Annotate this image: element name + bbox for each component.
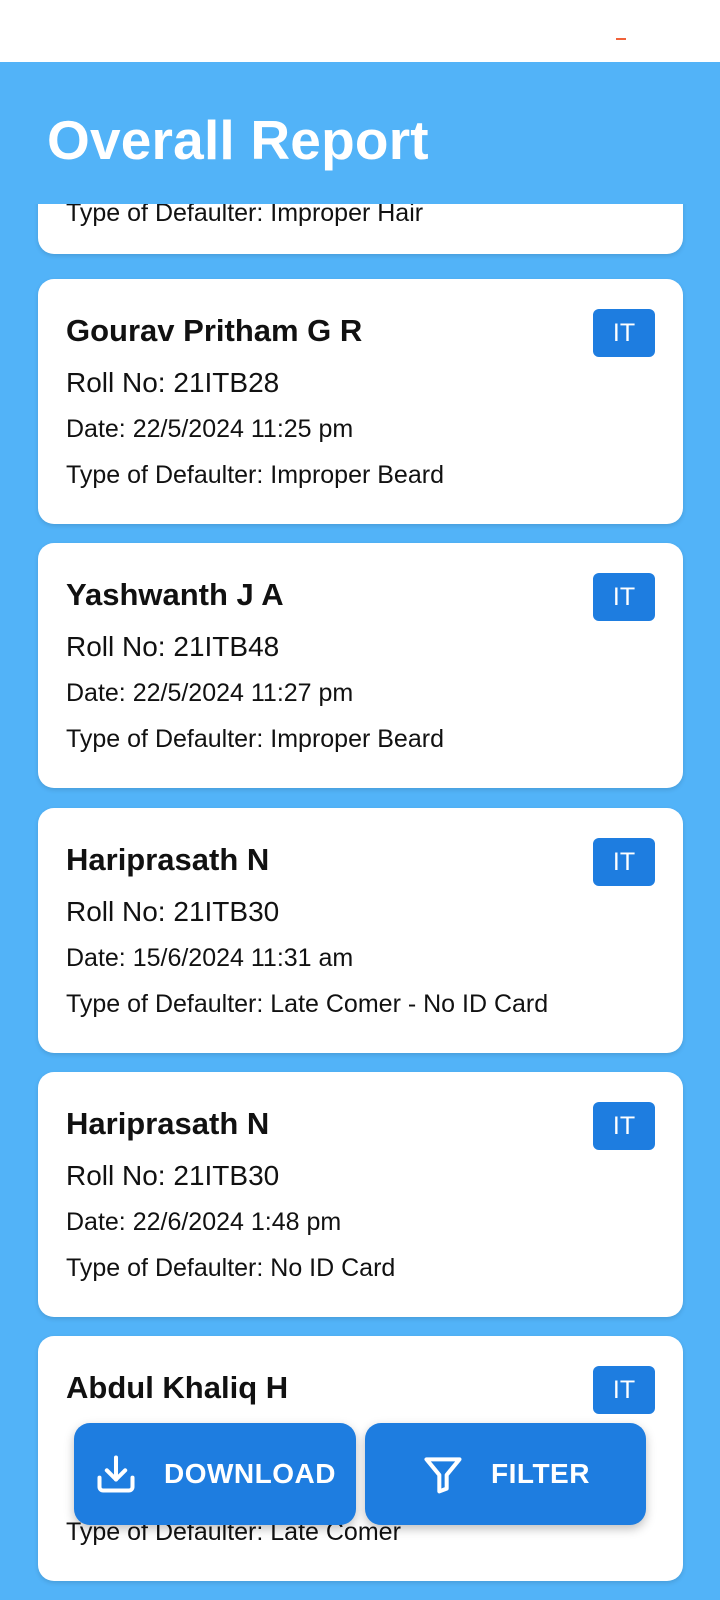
download-button-label: DOWNLOAD (164, 1458, 336, 1489)
status-bar (0, 0, 720, 62)
report-card[interactable]: Hariprasath N IT Roll No: 21ITB30 Date: … (38, 1072, 683, 1317)
department-badge: IT (593, 1366, 655, 1414)
department-badge: IT (593, 838, 655, 886)
report-card[interactable]: Gourav Pritham G R IT Roll No: 21ITB28 D… (38, 279, 683, 524)
card-roll-number: Roll No: 21ITB48 (66, 631, 280, 662)
card-student-name: Abdul Khaliq H (66, 1370, 289, 1405)
report-card[interactable]: Type of Defaulter: Improper Hair (38, 204, 683, 254)
report-card[interactable]: Hariprasath N IT Roll No: 21ITB30 Date: … (38, 808, 683, 1053)
report-list[interactable]: Type of Defaulter: Improper Hair Gourav … (0, 204, 720, 1600)
card-defaulter-type: Type of Defaulter: Improper Beard (66, 461, 444, 489)
filter-funnel-icon (421, 1452, 465, 1496)
card-date: Date: 22/5/2024 11:25 pm (66, 415, 354, 443)
department-badge: IT (593, 573, 655, 621)
filter-button-label: FILTER (491, 1458, 590, 1489)
card-roll-number: Roll No: 21ITB28 (66, 367, 280, 398)
card-defaulter-type: Type of Defaulter: Improper Hair (66, 204, 424, 227)
department-badge: IT (593, 1102, 655, 1150)
status-indicator (616, 38, 626, 40)
card-student-name: Yashwanth J A (66, 577, 284, 612)
download-button[interactable]: DOWNLOAD (74, 1423, 356, 1525)
page-title: Overall Report (47, 109, 429, 171)
card-date: Date: 22/6/2024 1:48 pm (66, 1208, 342, 1236)
download-icon (94, 1452, 138, 1496)
card-defaulter-type: Type of Defaulter: Improper Beard (66, 725, 444, 753)
card-student-name: Gourav Pritham G R (66, 313, 363, 348)
card-defaulter-type: Type of Defaulter: Late Comer - No ID Ca… (66, 990, 549, 1018)
card-roll-number: Roll No: 21ITB30 (66, 896, 280, 927)
card-student-name: Hariprasath N (66, 842, 270, 877)
filter-button[interactable]: FILTER (365, 1423, 646, 1525)
card-student-name: Hariprasath N (66, 1106, 270, 1141)
department-badge: IT (593, 309, 655, 357)
card-roll-number: Roll No: 21ITB30 (66, 1160, 280, 1191)
card-date: Date: 22/5/2024 11:27 pm (66, 679, 354, 707)
card-date: Date: 15/6/2024 11:31 am (66, 944, 354, 972)
card-defaulter-type: Type of Defaulter: No ID Card (66, 1254, 396, 1282)
report-card[interactable]: Yashwanth J A IT Roll No: 21ITB48 Date: … (38, 543, 683, 788)
